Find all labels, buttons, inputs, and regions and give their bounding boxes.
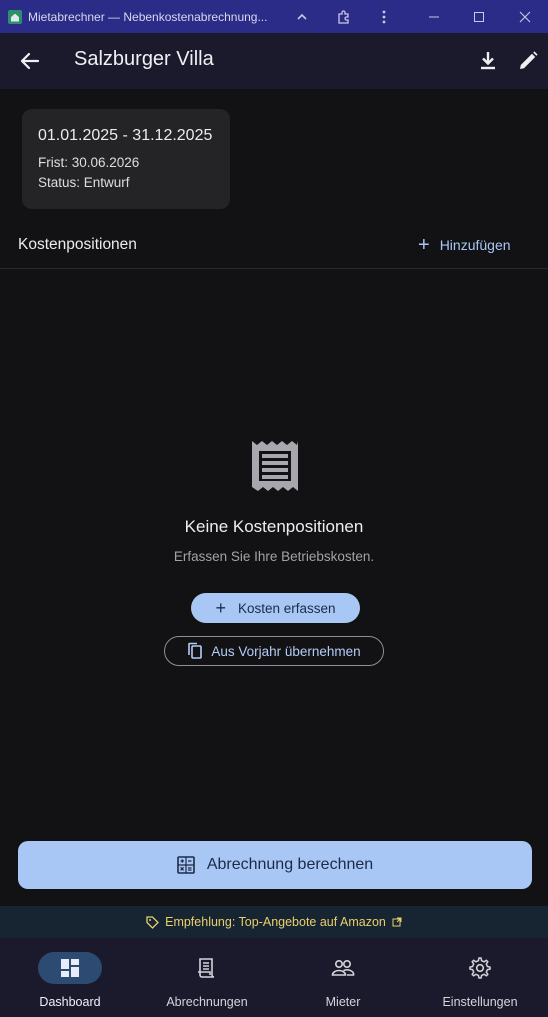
nav-item-mieter[interactable]: Mieter <box>311 938 375 1017</box>
edit-icon[interactable] <box>514 47 542 75</box>
more-vert-icon[interactable] <box>364 0 404 33</box>
download-icon[interactable] <box>474 47 502 75</box>
deadline-text: Frist: 30.06.2026 <box>38 155 140 170</box>
nav-label-einstellungen: Einstellungen <box>442 995 518 1009</box>
promo-banner[interactable]: Empfehlung: Top-Angebote auf Amazon <box>0 906 548 938</box>
external-link-icon <box>392 917 402 927</box>
receipt-icon <box>250 439 300 493</box>
page-title: Salzburger Villa <box>74 48 214 70</box>
dashboard-icon <box>38 952 102 984</box>
plus-icon: + <box>215 598 226 618</box>
copy-icon <box>188 642 203 659</box>
copy-from-previous-year-label: Aus Vorjahr übernehmen <box>211 643 361 659</box>
minimize-icon[interactable] <box>414 0 454 33</box>
add-costs-button[interactable]: + Kosten erfassen <box>191 593 360 623</box>
costs-section-heading: Kostenpositionen <box>18 236 137 253</box>
period-range: 01.01.2025 - 31.12.2025 <box>38 127 213 144</box>
window-titlebar: Mietabrechner — Nebenkostenabrechnung... <box>0 0 548 33</box>
maximize-icon[interactable] <box>459 0 499 33</box>
app-bar: Salzburger Villa <box>0 33 548 89</box>
bottom-navigation: Dashboard Abrechnungen Mieter Einstellun… <box>0 938 548 1017</box>
app-icon <box>8 9 22 24</box>
plus-icon: + <box>418 234 430 256</box>
nav-label-dashboard: Dashboard <box>39 995 101 1009</box>
add-cost-button[interactable]: + Hinzufügen <box>418 234 511 256</box>
receipt-icon <box>175 952 239 984</box>
chevron-up-icon[interactable] <box>282 0 322 33</box>
nav-label-abrechnungen: Abrechnungen <box>166 995 248 1009</box>
empty-state-title: Keine Kostenpositionen <box>184 517 364 536</box>
copy-from-previous-year-button[interactable]: Aus Vorjahr übernehmen <box>164 636 384 666</box>
nav-item-abrechnungen[interactable]: Abrechnungen <box>160 938 254 1017</box>
nav-label-mieter: Mieter <box>325 995 361 1009</box>
add-costs-label: Kosten erfassen <box>237 600 336 616</box>
nav-item-einstellungen[interactable]: Einstellungen <box>435 938 525 1017</box>
add-cost-label: Hinzufügen <box>439 237 511 253</box>
empty-state-subtitle: Erfassen Sie Ihre Betriebskosten. <box>173 549 375 564</box>
calculate-settlement-label: Abrechnung berechnen <box>206 856 374 873</box>
back-arrow-icon[interactable] <box>16 49 44 73</box>
people-icon <box>311 952 375 984</box>
calculator-icon <box>177 856 195 874</box>
section-divider <box>0 268 548 269</box>
window-title: Mietabrechner — Nebenkostenabrechnung... <box>28 9 268 24</box>
status-text: Status: Entwurf <box>38 175 130 190</box>
close-icon[interactable] <box>505 0 545 33</box>
promo-text: Empfehlung: Top-Angebote auf Amazon <box>165 915 386 929</box>
extension-icon[interactable] <box>324 0 364 33</box>
nav-item-dashboard[interactable]: Dashboard <box>38 938 102 1017</box>
calculate-settlement-button[interactable]: Abrechnung berechnen <box>18 841 532 889</box>
gear-icon <box>448 952 512 984</box>
period-card[interactable]: 01.01.2025 - 31.12.2025 Frist: 30.06.202… <box>22 109 230 209</box>
tag-icon <box>146 915 160 929</box>
